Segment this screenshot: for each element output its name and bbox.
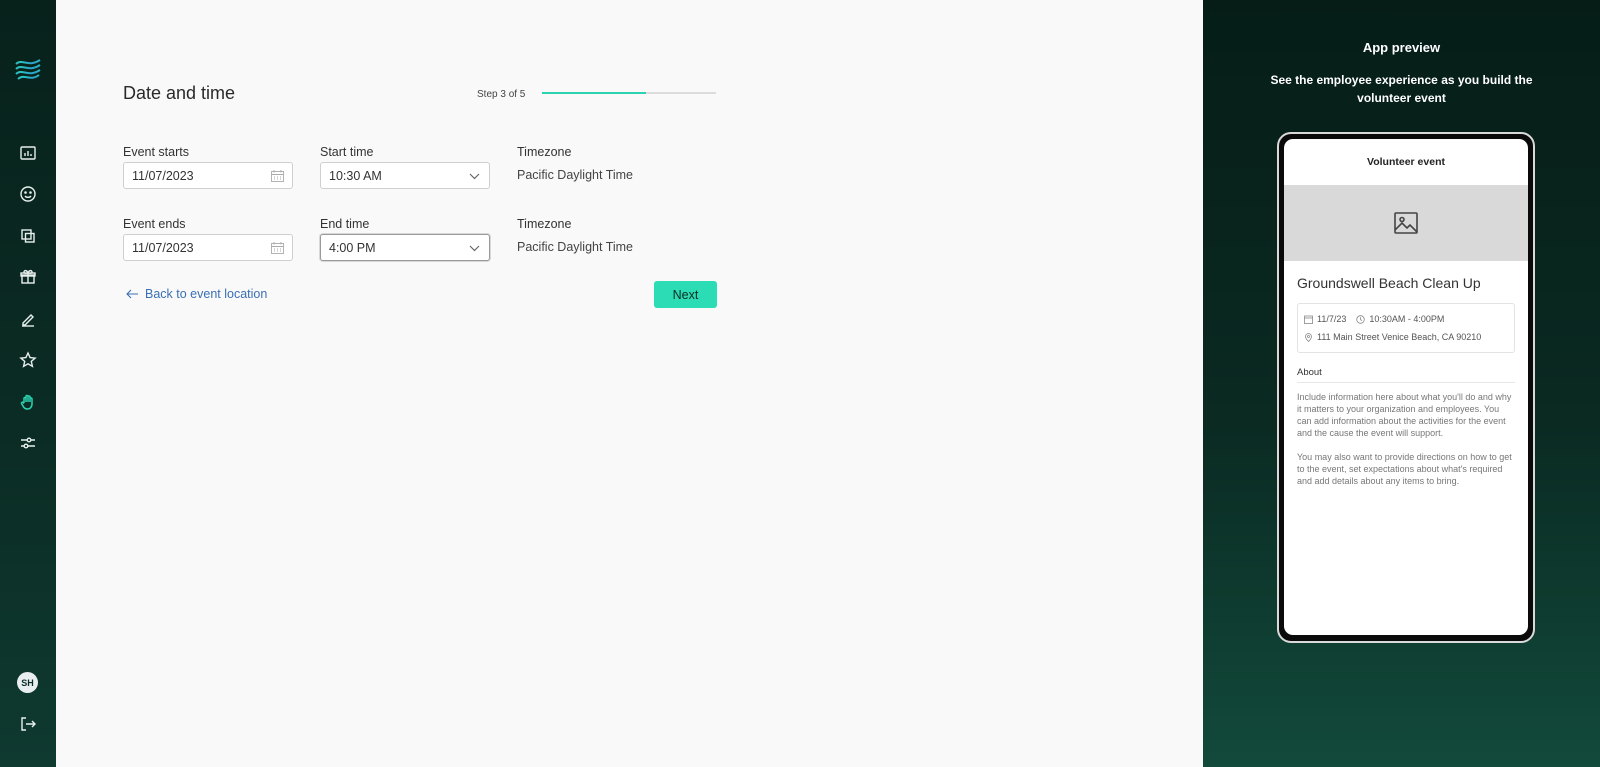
progress-fill [542, 92, 647, 94]
start-time-value: 10:30 AM [329, 168, 382, 183]
gift-icon [20, 269, 36, 284]
event-start-date-value: 11/07/2023 [132, 168, 194, 183]
sidebar-item-rewards[interactable] [14, 263, 42, 291]
event-starts-label: Event starts [123, 145, 189, 159]
chevron-down-icon [469, 173, 480, 180]
screen-header: Volunteer event [1367, 156, 1445, 168]
start-time-select[interactable]: 10:30 AM [320, 162, 490, 189]
pen-icon [22, 314, 34, 327]
sidebar-item-engagement[interactable] [14, 180, 42, 208]
smiley-icon [20, 186, 36, 202]
hand-icon [20, 394, 33, 410]
logout-icon [21, 717, 36, 731]
calendar-icon[interactable] [271, 242, 284, 254]
event-time: 10:30AM - 4:00PM [1369, 314, 1445, 324]
about-paragraph-1: Include information here about what you'… [1297, 392, 1512, 438]
next-button[interactable]: Next [654, 281, 717, 308]
end-time-label: End time [320, 217, 370, 231]
chevron-down-icon [469, 245, 480, 252]
event-end-date-input[interactable]: 11/07/2023 [123, 234, 293, 261]
calendar-icon[interactable] [271, 170, 284, 182]
progress-bar [542, 92, 716, 94]
sidebar-item-settings[interactable] [14, 429, 42, 457]
about-paragraph-2: You may also want to provide directions … [1297, 452, 1512, 486]
timezone-label: Timezone [517, 145, 572, 159]
start-timezone-value: Pacific Daylight Time [517, 168, 634, 182]
app-preview-panel: App preview See the employee experience … [1203, 0, 1600, 767]
sidebar-item-edit[interactable] [14, 305, 42, 333]
sidebar-item-analytics[interactable] [14, 139, 42, 167]
back-to-location-link[interactable]: Back to event location [126, 287, 267, 301]
end-time-select[interactable]: 4:00 PM [320, 234, 490, 261]
event-details: 11/7/23 10:30AM - 4:00PM 111 Main Street… [1297, 303, 1515, 353]
sidebar-item-volunteer[interactable] [14, 388, 42, 416]
event-ends-label: Event ends [123, 217, 186, 231]
image-icon [1394, 212, 1418, 234]
logout-button[interactable] [14, 710, 42, 738]
main-content: Date and time Step 3 of 5 Event starts 1… [56, 0, 1203, 767]
chart-icon [20, 146, 36, 160]
arrow-left-icon [126, 289, 138, 299]
event-date: 11/7/23 [1317, 314, 1347, 324]
preview-title: App preview [1362, 40, 1441, 55]
star-icon [19, 351, 37, 368]
location-pin-icon [1305, 332, 1312, 342]
event-start-date-input[interactable]: 11/07/2023 [123, 162, 293, 189]
timezone-label: Timezone [517, 217, 572, 231]
logo-icon [15, 59, 41, 80]
step-indicator: Step 3 of 5 [477, 89, 526, 100]
avatar[interactable]: SH [17, 672, 38, 693]
sidebar-item-recognition[interactable] [14, 346, 42, 374]
copy-icon [21, 229, 35, 243]
back-link-label: Back to event location [145, 287, 268, 301]
phone-mockup: Volunteer event Groundswell Beach Clean … [1277, 132, 1535, 643]
event-address-row: 111 Main Street Venice Beach, CA 90210 [1304, 328, 1508, 346]
about-heading: About [1297, 367, 1515, 383]
sidebar-item-content[interactable] [14, 222, 42, 250]
clock-icon [1356, 314, 1366, 324]
end-time-value: 4:00 PM [329, 240, 376, 255]
sidebar: SH [0, 0, 56, 767]
calendar-icon [1304, 315, 1313, 324]
event-end-date-value: 11/07/2023 [132, 240, 194, 255]
phone-screen: Volunteer event Groundswell Beach Clean … [1284, 139, 1528, 635]
event-image-placeholder [1284, 185, 1528, 261]
event-address: 111 Main Street Venice Beach, CA 90210 [1317, 332, 1482, 342]
end-timezone-value: Pacific Daylight Time [517, 240, 634, 254]
event-title: Groundswell Beach Clean Up [1297, 275, 1481, 291]
page-title: Date and time [123, 83, 236, 103]
event-datetime-row: 11/7/23 10:30AM - 4:00PM [1304, 310, 1508, 328]
preview-subtitle: See the employee experience as you build… [1270, 73, 1533, 105]
start-time-label: Start time [320, 145, 374, 159]
sliders-icon [21, 437, 35, 449]
